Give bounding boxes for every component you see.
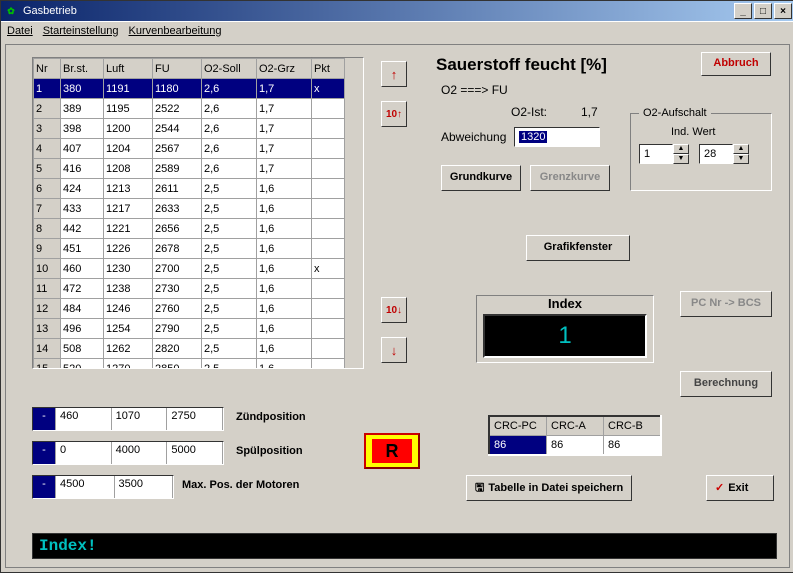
sauerstoff-title: Sauerstoff feucht [%]	[436, 55, 607, 75]
crc-a-value[interactable]: 86	[547, 436, 604, 456]
table-row[interactable]: 3398120025442,61,7	[34, 119, 345, 139]
index-box: Index 1	[476, 295, 654, 363]
table-row[interactable]: 10460123027002,51,6x	[34, 259, 345, 279]
table-row[interactable]: 14508126228202,51,6	[34, 339, 345, 359]
table-row[interactable]: 9451122626782,51,6	[34, 239, 345, 259]
save-icon: 🖫	[475, 477, 484, 499]
grenzkurve-button[interactable]: Grenzkurve	[530, 165, 610, 191]
check-icon: ✓	[715, 477, 724, 499]
status-bar: Index!	[32, 533, 777, 559]
menu-bar: Datei Starteinstellung Kurvenbearbeitung	[1, 21, 793, 40]
o2-aufschalt-ind-input[interactable]: 1	[639, 144, 673, 164]
table-row[interactable]: 6424121326112,51,6	[34, 179, 345, 199]
col-o2soll[interactable]: O2-Soll	[202, 59, 257, 79]
table-row[interactable]: 4407120425672,61,7	[34, 139, 345, 159]
spuelposition-label: Spülposition	[236, 445, 303, 457]
o2-aufschalt-wert-updown[interactable]: ▲▼	[733, 144, 749, 164]
pcnr-bcs-button[interactable]: PC Nr -> BCS	[680, 291, 772, 317]
o2-aufschalt-label: O2-Aufschalt	[639, 107, 711, 119]
o2-aufschalt-ind-updown[interactable]: ▲▼	[673, 144, 689, 164]
maxpos-row[interactable]: - 4500 3500	[32, 475, 174, 499]
col-nr[interactable]: Nr	[34, 59, 61, 79]
table-row[interactable]: 1380119111802,61,7x	[34, 79, 345, 99]
col-luft[interactable]: Luft	[104, 59, 153, 79]
table-row[interactable]: 11472123827302,51,6	[34, 279, 345, 299]
window-title: Gasbetrieb	[23, 5, 732, 17]
spuelposition-row[interactable]: - 0 4000 5000	[32, 441, 224, 465]
crc-b-header: CRC-B	[604, 416, 662, 436]
abbruch-button[interactable]: Abbruch	[701, 52, 771, 76]
crc-table: CRC-PC CRC-A CRC-B 86 86 86	[488, 415, 662, 456]
step-up-10-button[interactable]: 10↑	[381, 101, 407, 127]
grafikfenster-button[interactable]: Grafikfenster	[526, 235, 630, 261]
zuendposition-row[interactable]: - 460 1070 2750	[32, 407, 224, 431]
menu-kurvenbearbeitung[interactable]: Kurvenbearbeitung	[129, 25, 222, 37]
maxpos-label: Max. Pos. der Motoren	[182, 479, 299, 491]
o2-fu-text: O2 ===> FU	[441, 83, 508, 97]
index-display: 1	[483, 314, 647, 358]
berechnung-button[interactable]: Berechnung	[680, 371, 772, 397]
abweichung-input[interactable]: 1320	[514, 127, 600, 147]
content-area: Nr Br.st. Luft FU O2-Soll O2-Grz Pkt 138…	[5, 44, 790, 568]
menu-datei[interactable]: Datei	[7, 25, 33, 37]
o2-ist-label: O2-Ist:	[511, 105, 547, 119]
o2-ist-value: 1,7	[581, 105, 598, 119]
table-row[interactable]: 8442122126562,51,6	[34, 219, 345, 239]
o2-aufschalt-wert-input[interactable]: 28	[699, 144, 733, 164]
table-row[interactable]: 15520127028502,51,6	[34, 359, 345, 370]
ind-wert-label: Ind. Wert	[671, 126, 715, 138]
table-row[interactable]: 2389119525222,61,7	[34, 99, 345, 119]
table-row[interactable]: 7433121726332,51,6	[34, 199, 345, 219]
data-table: Nr Br.st. Luft FU O2-Soll O2-Grz Pkt 138…	[32, 57, 364, 369]
col-pkt[interactable]: Pkt	[312, 59, 345, 79]
minimize-button[interactable]: _	[734, 3, 752, 19]
crc-b-value[interactable]: 86	[604, 436, 662, 456]
crc-a-header: CRC-A	[547, 416, 604, 436]
crc-pc-value[interactable]: 86	[489, 436, 547, 456]
o2-aufschalt-group: O2-Aufschalt Ind. Wert 1 ▲▼ 28 ▲▼	[630, 113, 772, 191]
zuendposition-label: Zündposition	[236, 411, 306, 423]
step-down-10-button[interactable]: 10↓	[381, 297, 407, 323]
title-bar: ✿ Gasbetrieb _ □ ×	[1, 1, 793, 21]
table-row[interactable]: 5416120825892,61,7	[34, 159, 345, 179]
crc-pc-header: CRC-PC	[489, 416, 547, 436]
table-row[interactable]: 13496125427902,51,6	[34, 319, 345, 339]
grundkurve-button[interactable]: Grundkurve	[441, 165, 521, 191]
close-button[interactable]: ×	[774, 3, 792, 19]
tabelle-speichern-button[interactable]: 🖫 Tabelle in Datei speichern	[466, 475, 632, 501]
maximize-button[interactable]: □	[754, 3, 772, 19]
table-row[interactable]: 12484124627602,51,6	[34, 299, 345, 319]
arrow-up-button[interactable]: ↑	[381, 61, 407, 87]
menu-starteinstellung[interactable]: Starteinstellung	[43, 25, 119, 37]
exit-button[interactable]: ✓ Exit	[706, 475, 774, 501]
abweichung-label: Abweichung	[441, 130, 506, 144]
r-indicator: R	[364, 433, 420, 469]
index-label: Index	[477, 296, 653, 314]
window: ✿ Gasbetrieb _ □ × Datei Starteinstellun…	[0, 0, 793, 573]
arrow-down-button[interactable]: ↓	[381, 337, 407, 363]
col-o2grz[interactable]: O2-Grz	[257, 59, 312, 79]
app-icon: ✿	[3, 3, 19, 19]
col-fu[interactable]: FU	[153, 59, 202, 79]
col-brst[interactable]: Br.st.	[61, 59, 104, 79]
